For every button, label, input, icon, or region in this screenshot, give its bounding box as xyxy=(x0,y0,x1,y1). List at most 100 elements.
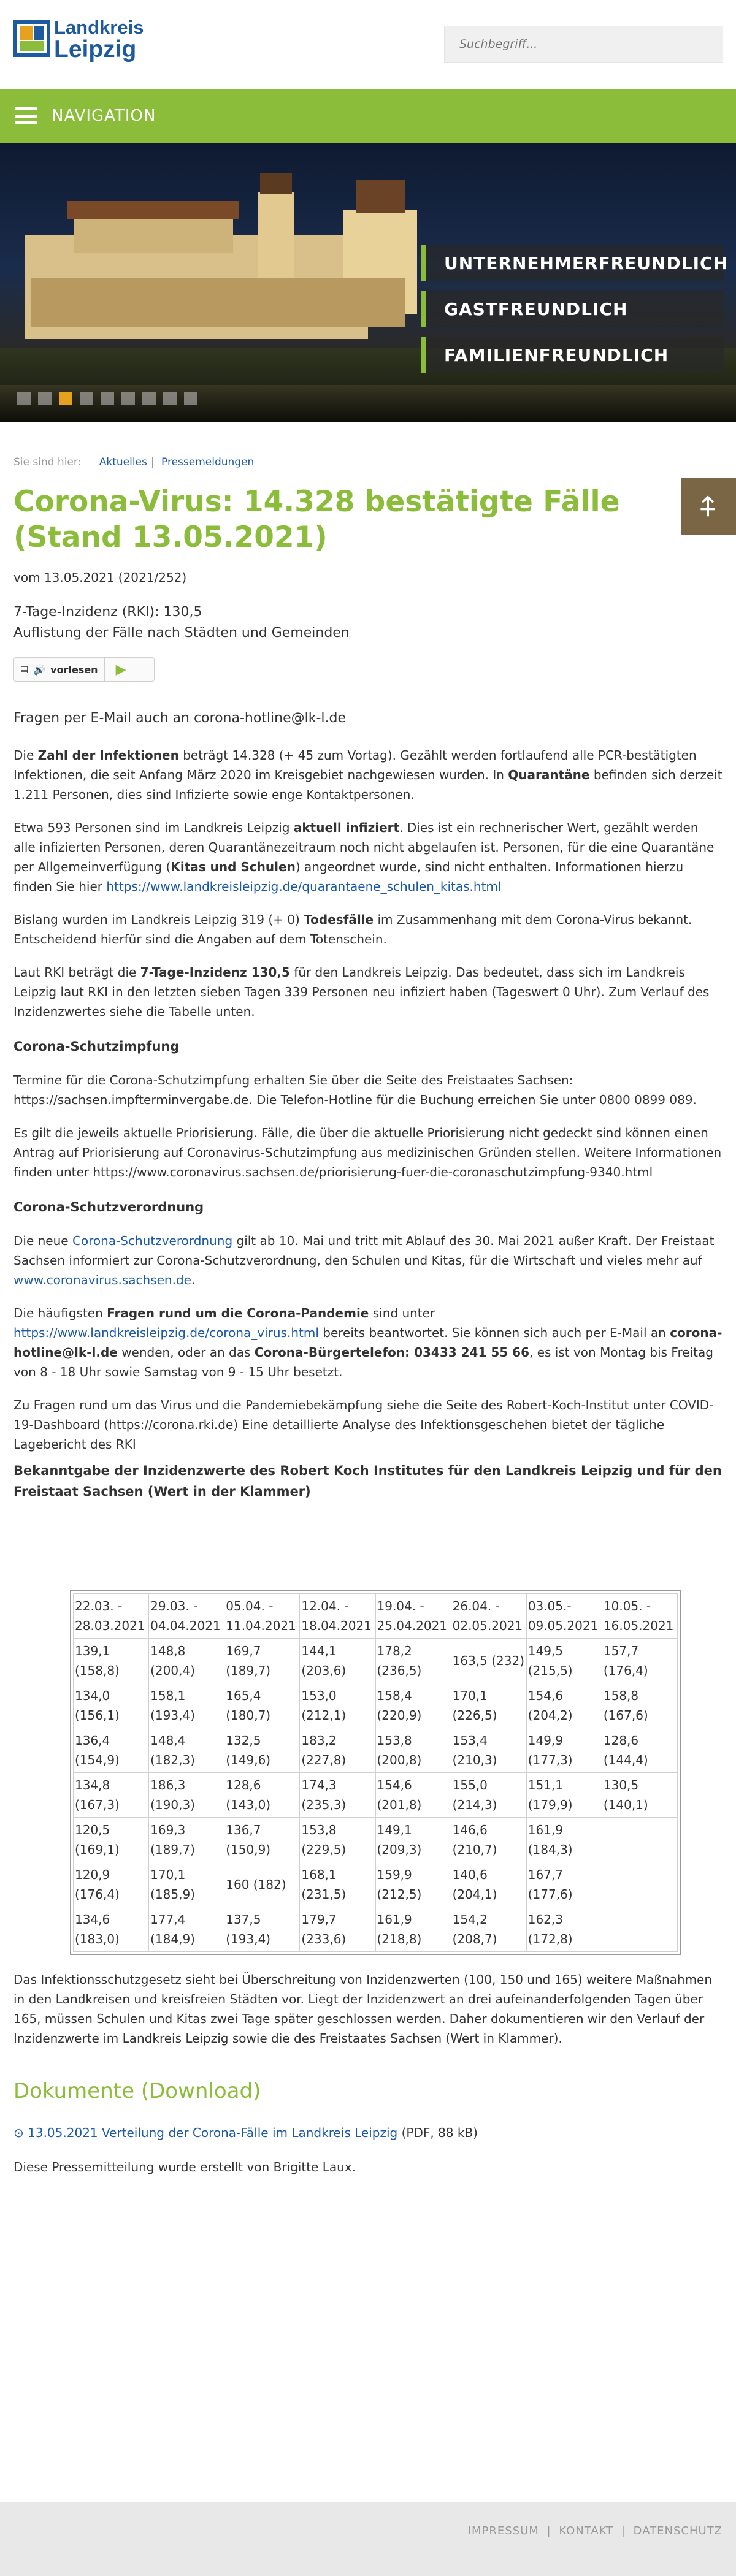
footer-links: IMPRESSUM | KONTAKT | DATENSCHUTZ xyxy=(468,2525,723,2537)
table-cell: 179,7 (233,6) xyxy=(299,1907,376,1952)
footer-link-datenschutz[interactable]: DATENSCHUTZ xyxy=(634,2525,723,2537)
table-header-cell: 22.03. - 28.03.2021 xyxy=(72,1593,150,1639)
table-cell: 136,7 (150,9) xyxy=(224,1817,301,1862)
paragraph-incidence: Laut RKI beträgt die 7-Tage-Inzidenz 130… xyxy=(13,965,710,1019)
logo-line-2: Leipzig xyxy=(54,36,137,63)
table-cell: 170,1 (185,9) xyxy=(148,1862,225,1907)
slider-dot[interactable] xyxy=(59,392,72,405)
table-cell: 140,6 (204,1) xyxy=(450,1862,527,1907)
table-cell: 153,4 (210,3) xyxy=(450,1728,527,1773)
download-icon: ⊙ xyxy=(13,2125,24,2140)
navigation-label[interactable]: NAVIGATION xyxy=(52,107,156,125)
breadcrumb-label: Sie sind hier: xyxy=(13,456,82,468)
paragraph-vaccination: Termine für die Corona-Schutzimpfung erh… xyxy=(13,1073,697,1107)
table-cell: 158,4 (220,9) xyxy=(375,1683,451,1728)
site-header: Landkreis Leipzig xyxy=(0,0,736,89)
slider-dot[interactable] xyxy=(142,392,156,405)
table-cell: 162,3 (172,8) xyxy=(526,1907,602,1952)
slider-dot[interactable] xyxy=(121,392,135,405)
table-row: 134,6 (183,0) 177,4 (184,9) 137,5 (193,4) 1… xyxy=(72,1907,678,1952)
table-header-cell: 03.05.- 09.05.2021 xyxy=(526,1593,602,1639)
footer-link-kontakt[interactable]: KONTAKT xyxy=(559,2525,613,2537)
table-header-cell: 05.04. - 11.04.2021 xyxy=(224,1593,301,1639)
downloads-heading: Dokumente (Download) xyxy=(13,2079,261,2103)
incidence-table-wrap: 22.03. - 28.03.2021 29.03. - 04.04.2021 05… xyxy=(70,1590,681,1955)
table-cell: 178,2 (236,5) xyxy=(375,1638,451,1683)
read-aloud-widget[interactable]: ▤ 🔊 vorlesen ▶ xyxy=(13,657,155,682)
coronavirus-sachsen-link[interactable]: www.coronavirus.sachsen.de xyxy=(13,1273,191,1287)
table-cell: 154,6 (201,8) xyxy=(375,1772,451,1818)
slider-dot[interactable] xyxy=(38,392,52,405)
table-cell: 163,5 (232) xyxy=(450,1638,527,1683)
logo-line-1: Landkreis xyxy=(54,17,144,38)
menu-small-icon: ▤ xyxy=(20,665,29,674)
paragraph-priorisation: Es gilt die jeweils aktuelle Priorisieru… xyxy=(13,1126,722,1179)
table-cell: 160 (182) xyxy=(224,1862,301,1907)
article-subtitle: Auflistung der Fälle nach Städten und Ge… xyxy=(13,625,350,641)
heading-ordinance: Corona-Schutzverordnung xyxy=(13,1200,204,1214)
paragraph-active-cases: Etwa 593 Personen sind im Landkreis Leip… xyxy=(13,820,715,894)
menu-icon[interactable] xyxy=(15,107,37,124)
table-cell: 170,1 (226,5) xyxy=(450,1683,527,1728)
table-cell: 144,1 (203,6) xyxy=(299,1638,376,1683)
hero-claim-1[interactable]: UNTERNEHMERFREUNDLICH xyxy=(421,245,727,281)
download-meta: (PDF, 88 kB) xyxy=(397,2125,478,2140)
table-cell: 153,8 (200,8) xyxy=(375,1728,451,1773)
site-footer: IMPRESSUM | KONTAKT | DATENSCHUTZ xyxy=(0,2502,736,2576)
ordinance-link[interactable]: Corona-Schutzverordnung xyxy=(72,1233,232,1248)
article-date: vom 13.05.2021 (2021/252) xyxy=(13,570,187,585)
read-aloud-label[interactable]: vorlesen xyxy=(50,664,98,676)
table-cell: 169,3 (189,7) xyxy=(148,1817,225,1862)
table-cell: 155,0 (214,3) xyxy=(450,1772,527,1818)
table-cell: 151,1 (179,9) xyxy=(526,1772,602,1818)
download-link[interactable]: 13.05.2021 Verteilung der Corona-Fälle i… xyxy=(28,2125,397,2140)
page-title: Corona-Virus: 14.328 bestätigte Fälle (S… xyxy=(13,485,620,554)
play-icon[interactable]: ▶ xyxy=(105,662,137,677)
search-input[interactable] xyxy=(444,26,723,63)
slider-dot[interactable] xyxy=(184,392,197,405)
table-heading: Bekanntgabe der Inzidenzwerte des Robert… xyxy=(13,1463,722,1499)
footer-link-impressum[interactable]: IMPRESSUM xyxy=(468,2525,539,2537)
table-cell: 134,0 (156,1) xyxy=(72,1683,150,1728)
footer-separator: | xyxy=(546,2525,551,2537)
breadcrumb-item-pressemeldungen[interactable]: Pressemeldungen xyxy=(161,456,254,468)
table-header-cell: 10.05. - 16.05.2021 xyxy=(601,1593,678,1639)
paragraph-measures: Das Infektionsschutzgesetz sieht bei Übe… xyxy=(13,1972,713,2046)
table-cell: 128,6 (144,4) xyxy=(601,1728,678,1773)
faq-link[interactable]: https://www.landkreisleipzig.de/corona_v… xyxy=(13,1325,319,1340)
paragraph-rki: Zu Fragen rund um das Virus und die Pand… xyxy=(13,1398,714,1452)
hero-claim-2[interactable]: GASTFREUNDLICH xyxy=(421,291,724,327)
download-item: ⊙ 13.05.2021 Verteilung der Corona-Fälle… xyxy=(13,2125,723,2140)
table-cell: 148,8 (200,4) xyxy=(148,1638,225,1683)
navigation-bar[interactable]: NAVIGATION xyxy=(0,89,736,143)
hero-claim-3[interactable]: FAMILIENFREUNDLICH xyxy=(421,337,724,373)
slider-dot[interactable] xyxy=(80,392,93,405)
email-hint: Fragen per E-Mail auch an corona-hotline… xyxy=(13,711,347,726)
table-cell: 154,6 (204,2) xyxy=(526,1683,602,1728)
table-cell: 130,5 (140,1) xyxy=(601,1772,678,1818)
quarantine-link[interactable]: https://www.landkreisleipzig.de/quaranta… xyxy=(106,879,501,894)
slider-dot[interactable] xyxy=(163,392,177,405)
table-row: 134,0 (156,1) 158,1 (193,4) 165,4 (180,7) 1… xyxy=(72,1683,678,1728)
breadcrumb-item-aktuelles[interactable]: Aktuelles xyxy=(99,456,147,468)
table-cell: 120,5 (169,1) xyxy=(72,1817,150,1862)
slider-dot[interactable] xyxy=(101,392,114,405)
table-cell: 158,1 (193,4) xyxy=(148,1683,225,1728)
breadcrumb: Sie sind hier: Aktuelles | Pressemeldunge… xyxy=(13,456,255,468)
table-cell: 158,8 (167,6) xyxy=(601,1683,678,1728)
paragraph-ordinance: Die neue Corona-Schutzverordnung gilt ab… xyxy=(13,1233,715,1287)
table-cell: 165,4 (180,7) xyxy=(224,1683,301,1728)
table-cell: 132,5 (149,6) xyxy=(224,1728,301,1773)
slider-dots[interactable] xyxy=(17,392,197,405)
table-cell: 128,6 (143,0) xyxy=(224,1772,301,1818)
table-cell: 153,8 (229,5) xyxy=(299,1817,376,1862)
signpost-icon[interactable]: ⍏ xyxy=(681,478,736,535)
slider-dot[interactable] xyxy=(17,392,31,405)
table-cell: 169,7 (189,7) xyxy=(224,1638,301,1683)
site-logo[interactable]: Landkreis Leipzig xyxy=(13,17,144,61)
table-cell: 146,6 (210,7) xyxy=(450,1817,527,1862)
table-row: 139,1 (158,8) 148,8 (200,4) 169,7 (189,7) 1… xyxy=(72,1638,678,1683)
table-header-cell: 26.04. - 02.05.2021 xyxy=(450,1593,527,1639)
table-cell: 134,6 (183,0) xyxy=(72,1907,150,1952)
table-row: 136,4 (154,9) 148,4 (182,3) 132,5 (149,6) 1… xyxy=(72,1728,678,1773)
